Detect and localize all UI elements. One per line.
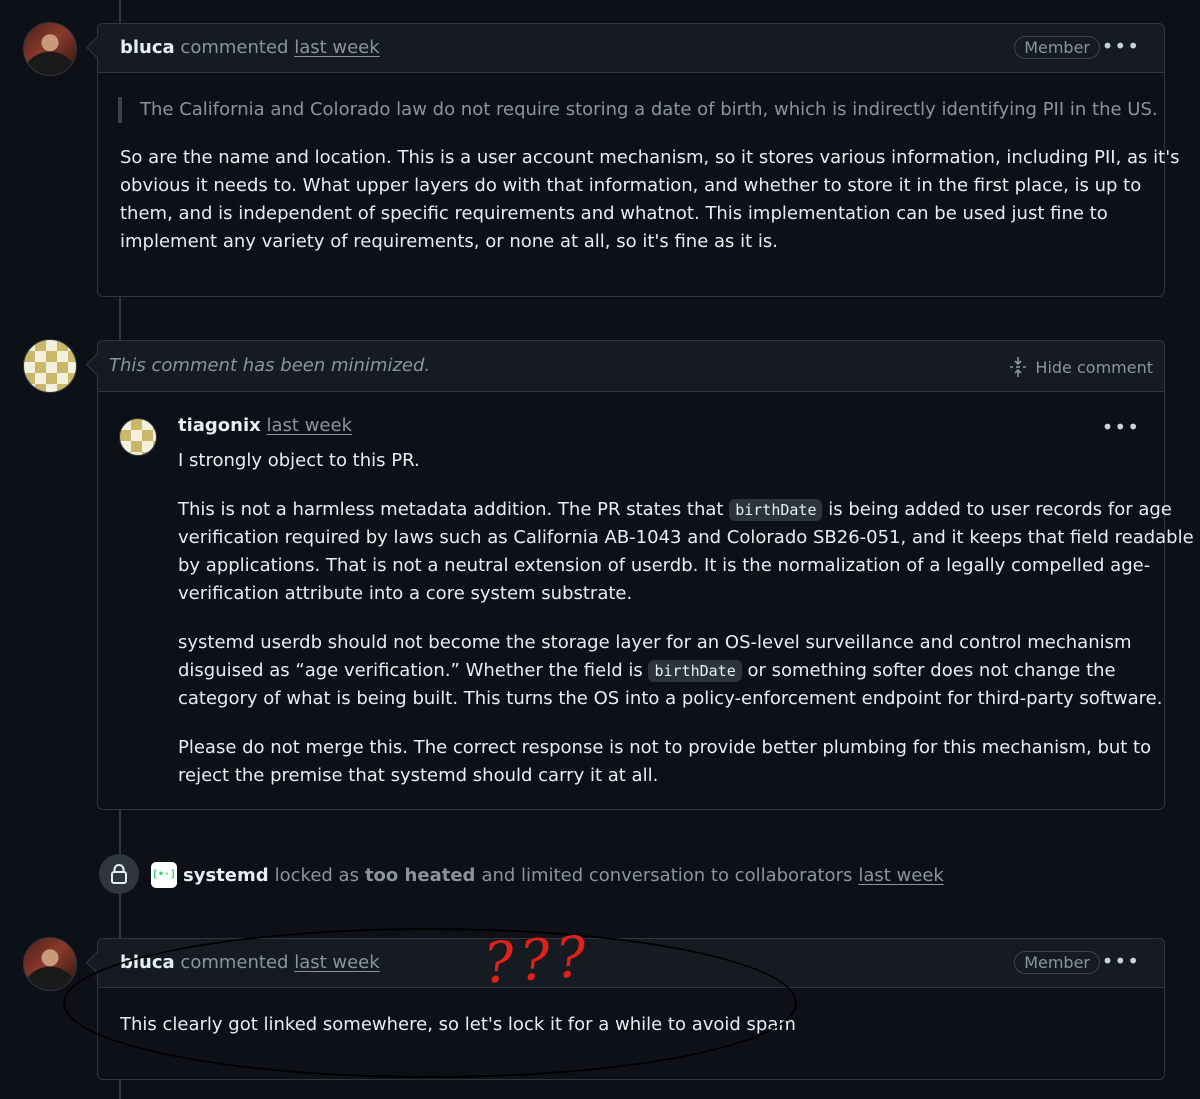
body-line: So are the name and location. This is a … [120,147,1180,168]
unfold-icon [1010,357,1027,377]
paragraph: I strongly object to this PR. [178,450,420,471]
text: disguised as “age verification.” Whether… [178,660,643,681]
minimized-comment-meta: tiagonix last week [178,415,352,436]
blockquote: The California and Colorado law do not r… [118,97,1158,123]
action-text: commented [180,37,289,58]
avatar-bluca[interactable] [23,937,77,991]
author-link[interactable]: bluca [120,37,175,58]
lock-text: and limited conversation to collaborator… [481,864,853,886]
text: verification required by laws such as Ca… [178,527,1194,548]
text: is being added to user records for age [828,499,1172,520]
paragraph: This is not a harmless metadata addition… [178,496,1194,608]
hide-comment-button[interactable]: Hide comment [1009,356,1153,378]
hide-comment-label: Hide comment [1035,357,1153,377]
more-options-icon[interactable]: ••• [1102,34,1140,58]
minimized-text: This comment has been minimized. [109,355,431,376]
timestamp-link[interactable]: last week [858,865,943,886]
body-line: implement any variety of requirements, o… [120,231,779,252]
text: by applications. That is not a neutral e… [178,555,1151,576]
comment-header: bluca commented last week Member ••• [85,24,1164,73]
more-options-icon[interactable]: ••• [1102,415,1140,439]
text: reject the premise that systemd should c… [178,765,659,786]
avatar-tiagonix[interactable] [23,339,77,393]
avatar-tiagonix-small[interactable] [119,418,157,456]
inline-code: birthDate [648,660,742,682]
lock-event-badge [99,854,139,894]
minimized-header: This comment has been minimized. Hide co… [85,341,1164,392]
timestamp-link[interactable]: last week [294,37,379,58]
comment-card-minimized: This comment has been minimized. Hide co… [85,340,1194,810]
lock-reason: too heated [364,864,476,886]
text: This is not a harmless metadata addition… [178,499,724,520]
inline-code: birthDate [729,499,823,521]
actor-link[interactable]: systemd [183,865,269,886]
lock-icon [111,864,127,884]
minimized-comment-body: I strongly object to this PR. This is no… [178,447,1194,811]
comment-arrow [85,36,108,59]
body-line: them, and is independent of specific req… [120,203,1108,224]
paragraph: systemd userdb should not become the sto… [178,629,1194,713]
systemd-logo-icon[interactable]: [•·] [151,862,177,888]
more-options-icon[interactable]: ••• [1102,949,1140,973]
lock-text: locked as [274,864,359,886]
paragraph: Please do not merge this. The correct re… [178,734,1194,790]
body-line: obvious it needs to. What upper layers d… [120,175,1142,196]
timestamp-link[interactable]: last week [267,415,352,436]
member-badge: Member [1014,36,1100,59]
author-link[interactable]: tiagonix [178,415,261,436]
annotation-question-marks: ??? [481,924,595,997]
comment-arrow [85,353,108,376]
annotation-ellipse [63,928,797,1078]
comment-meta: bluca commented last week [120,37,380,58]
member-badge: Member [1014,951,1100,974]
text: Please do not merge this. The correct re… [178,737,1152,758]
lock-event: [•·] systemd locked as too heated and li… [151,862,944,888]
comment-card-bluca-1: bluca commented last week Member ••• The… [85,23,1180,297]
text: verification attribute into a core syste… [178,583,633,604]
text: category of what is being built. This tu… [178,688,1163,709]
text: or something softer does not change the [747,660,1116,681]
comment-body: So are the name and location. This is a … [120,144,1180,256]
avatar-bluca[interactable] [23,22,77,76]
text: systemd userdb should not become the sto… [178,632,1132,653]
